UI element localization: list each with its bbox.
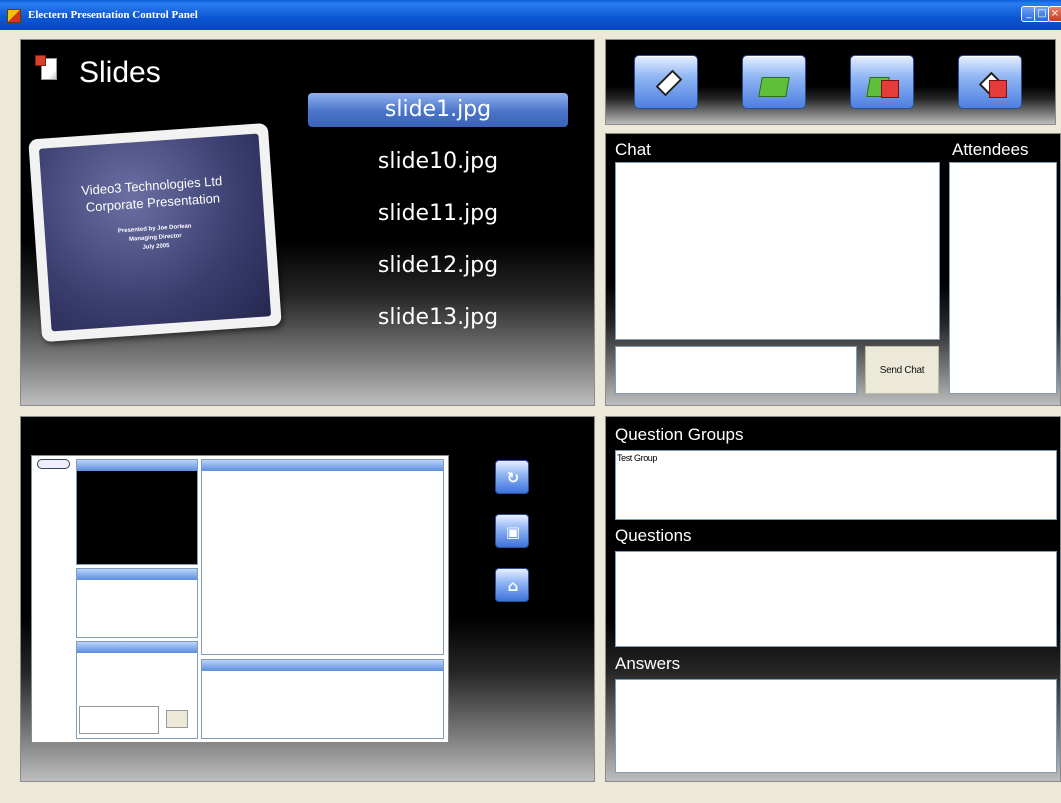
slide-list-label: slide11.jpg bbox=[377, 201, 499, 226]
slide-list-label: slide13.jpg bbox=[377, 305, 499, 330]
slide-list-label: slide1.jpg bbox=[308, 93, 568, 127]
preview-presentation-box bbox=[201, 459, 444, 655]
send-chat-button[interactable]: Send Chat bbox=[865, 346, 939, 394]
preview-chat-box bbox=[76, 641, 198, 739]
preview-attendees-box bbox=[76, 568, 198, 638]
question-groups-label: Question Groups bbox=[615, 425, 744, 444]
title-bar: Electern Presentation Control Panel _ □ … bbox=[0, 0, 1061, 30]
preview-questions-box bbox=[201, 659, 444, 739]
preview-video-box bbox=[76, 459, 198, 565]
attendees-list[interactable] bbox=[949, 162, 1057, 394]
close-button[interactable]: × bbox=[1048, 6, 1061, 22]
answers-list[interactable] bbox=[615, 679, 1057, 773]
eraser-action-button[interactable] bbox=[958, 55, 1022, 109]
slide-list-item[interactable]: slide11.jpg bbox=[308, 197, 568, 249]
slide-list-label: slide10.jpg bbox=[377, 149, 499, 174]
slide-thumbnail: Video3 Technologies Ltd Corporate Presen… bbox=[28, 122, 282, 343]
toolbar-panel bbox=[605, 39, 1056, 125]
preview-panel: ↻ ▣ ⌂ bbox=[20, 416, 595, 782]
slide-list-item[interactable]: slide10.jpg bbox=[308, 145, 568, 197]
question-groups-list[interactable]: Test Group bbox=[615, 450, 1057, 520]
slide-list-label: slide12.jpg bbox=[377, 253, 499, 278]
slide-list-item[interactable]: slide1.jpg bbox=[308, 93, 568, 145]
slide-file-list: slide1.jpg slide10.jpg slide11.jpg slide… bbox=[308, 93, 568, 353]
refresh-button[interactable]: ↻ bbox=[495, 460, 529, 494]
preview-logo bbox=[37, 459, 70, 469]
home-button[interactable]: ⌂ bbox=[495, 568, 529, 602]
slide-list-item[interactable]: slide13.jpg bbox=[308, 301, 568, 353]
home-icon: ⌂ bbox=[507, 577, 519, 595]
slide-list-item[interactable]: slide12.jpg bbox=[308, 249, 568, 301]
questions-label: Questions bbox=[615, 526, 692, 545]
slide-view-icon: ▣ bbox=[505, 523, 521, 541]
refresh-icon: ↻ bbox=[506, 469, 520, 487]
questions-list[interactable] bbox=[615, 551, 1057, 647]
slides-panel: Slides Video3 Technologies Ltd Corporate… bbox=[20, 39, 595, 406]
chat-label: Chat bbox=[615, 140, 651, 159]
open-folder-icon bbox=[758, 77, 790, 97]
attendee-view-preview bbox=[31, 455, 449, 743]
app-icon bbox=[7, 9, 21, 23]
chat-input[interactable] bbox=[615, 346, 857, 394]
folder-action-button[interactable] bbox=[850, 55, 914, 109]
chat-panel: Chat Attendees Send Chat bbox=[605, 133, 1061, 406]
list-item[interactable]: Test Group bbox=[616, 451, 1056, 465]
answers-label: Answers bbox=[615, 654, 681, 673]
slide-view-button[interactable]: ▣ bbox=[495, 514, 529, 548]
attendees-label: Attendees bbox=[952, 140, 1029, 159]
open-button[interactable] bbox=[742, 55, 806, 109]
slides-icon bbox=[35, 55, 57, 83]
slides-title: Slides bbox=[79, 56, 161, 89]
questions-panel: Question Groups Test Group Questions Ans… bbox=[605, 416, 1061, 782]
eraser-icon bbox=[655, 69, 683, 97]
clear-button[interactable] bbox=[634, 55, 698, 109]
chat-log[interactable] bbox=[615, 162, 940, 340]
window-title: Electern Presentation Control Panel bbox=[28, 9, 198, 21]
